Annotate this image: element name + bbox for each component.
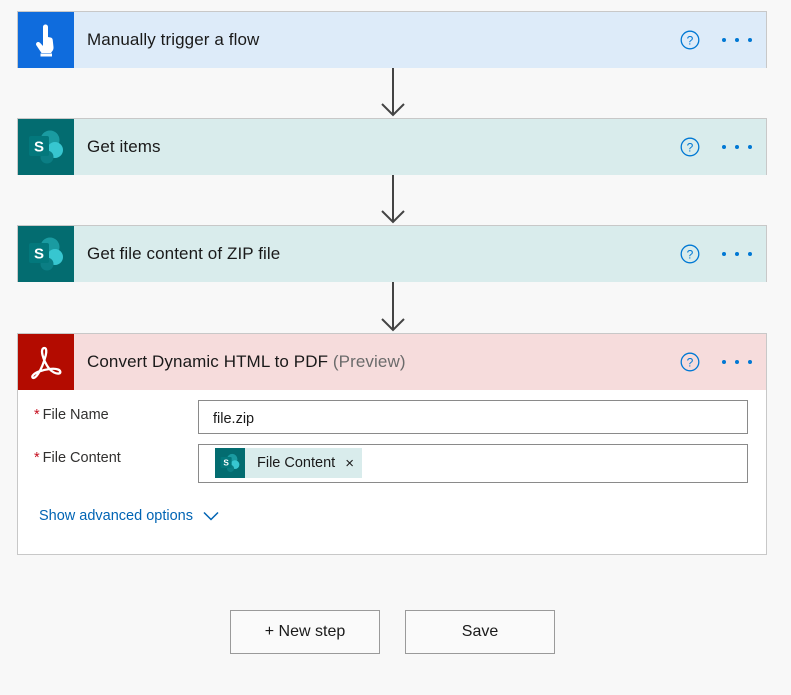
svg-text:?: ? xyxy=(687,247,694,261)
touch-icon xyxy=(18,12,74,68)
preview-label: (Preview) xyxy=(332,352,406,371)
file-name-label-text: File Name xyxy=(42,407,109,423)
more-options-icon[interactable] xyxy=(722,352,752,372)
save-button[interactable]: Save xyxy=(405,610,555,654)
file-name-label: * File Name xyxy=(34,407,109,423)
help-icon[interactable]: ? xyxy=(680,352,700,372)
step-title-text: Convert Dynamic HTML to PDF xyxy=(87,352,329,371)
required-marker: * xyxy=(34,450,40,466)
connector-arrow-icon xyxy=(381,282,405,332)
svg-text:?: ? xyxy=(687,33,694,47)
help-icon[interactable]: ? xyxy=(680,244,700,264)
close-icon[interactable]: × xyxy=(345,455,354,472)
advanced-options-label: Show advanced options xyxy=(39,508,193,524)
more-options-icon[interactable] xyxy=(722,137,752,157)
help-icon[interactable]: ? xyxy=(680,137,700,157)
file-content-input[interactable]: S File Content × xyxy=(198,444,748,483)
dynamic-content-token[interactable]: S File Content × xyxy=(215,448,362,478)
step-card-convert-html-to-pdf[interactable]: Convert Dynamic HTML to PDF (Preview) ? … xyxy=(17,333,767,555)
file-content-label-text: File Content xyxy=(42,450,121,466)
step-card-get-file-content[interactable]: S Get file content of ZIP file ? xyxy=(17,225,767,282)
show-advanced-options-link[interactable]: Show advanced options xyxy=(39,508,219,524)
file-name-value: file.zip xyxy=(213,411,255,427)
chevron-down-icon xyxy=(203,511,219,521)
svg-text:?: ? xyxy=(687,355,694,369)
svg-text:S: S xyxy=(34,139,44,156)
step-header[interactable]: Manually trigger a flow ? xyxy=(18,12,766,68)
step-title: Get items xyxy=(87,137,161,156)
step-header[interactable]: S Get file content of ZIP file ? xyxy=(18,226,766,282)
step-card-get-items[interactable]: S Get items ? xyxy=(17,118,767,175)
step-title: Manually trigger a flow xyxy=(87,30,260,49)
connector-arrow-icon xyxy=(381,68,405,117)
file-content-label: * File Content xyxy=(34,450,121,466)
more-options-icon[interactable] xyxy=(722,30,752,50)
more-options-icon[interactable] xyxy=(722,244,752,264)
new-step-button[interactable]: + New step xyxy=(230,610,380,654)
step-title: Get file content of ZIP file xyxy=(87,244,281,263)
required-marker: * xyxy=(34,407,40,423)
svg-text:?: ? xyxy=(687,140,694,154)
svg-text:S: S xyxy=(34,246,44,263)
sharepoint-icon: S xyxy=(215,448,245,478)
connector-arrow-icon xyxy=(381,175,405,224)
help-icon[interactable]: ? xyxy=(680,30,700,50)
file-name-input[interactable]: file.zip xyxy=(198,400,748,434)
step-header[interactable]: S Get items ? xyxy=(18,119,766,175)
step-header[interactable]: Convert Dynamic HTML to PDF (Preview) ? xyxy=(18,334,766,390)
adobe-acrobat-icon xyxy=(18,334,74,390)
sharepoint-icon: S xyxy=(18,226,74,282)
token-label: File Content xyxy=(257,455,336,471)
step-card-manual-trigger[interactable]: Manually trigger a flow ? xyxy=(17,11,767,68)
step-title: Convert Dynamic HTML to PDF (Preview) xyxy=(87,352,406,372)
svg-text:S: S xyxy=(223,458,229,467)
sharepoint-icon: S xyxy=(18,119,74,175)
